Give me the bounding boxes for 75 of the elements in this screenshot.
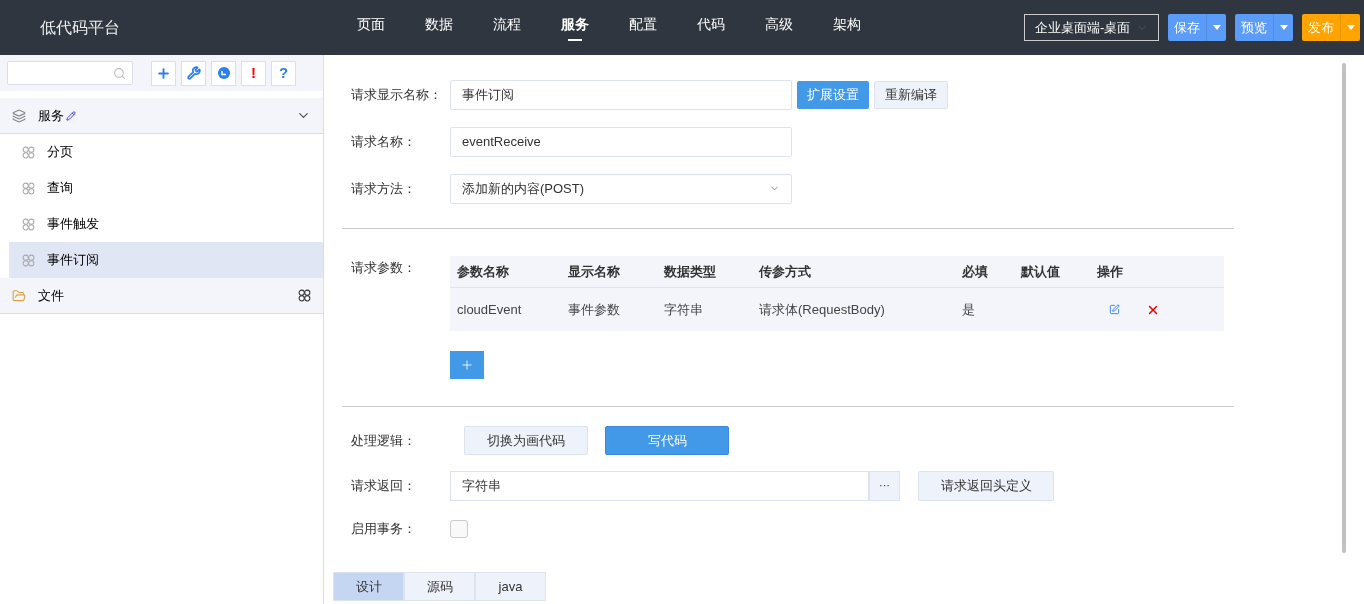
nav-tab[interactable]: 服务: [541, 0, 609, 55]
grid-circles-icon: [22, 217, 35, 231]
column-header: 操作: [1097, 262, 1124, 281]
circle-button[interactable]: [211, 60, 236, 86]
toolbar-button[interactable]: ?: [271, 60, 296, 86]
view-tab[interactable]: 设计: [333, 572, 404, 601]
clock-circle-icon: [217, 67, 230, 79]
table-cell-text: 事件参数: [568, 300, 621, 319]
view-tab[interactable]: java: [475, 572, 546, 601]
logic-option[interactable]: 切换为画代码: [464, 426, 588, 455]
tree-item[interactable]: 查询: [9, 170, 323, 206]
field-label: 处理逻辑：: [351, 431, 417, 450]
grid-circles-icon: [22, 145, 35, 159]
field-label: 请求方法：: [351, 179, 417, 198]
grid-circles-icon: [22, 253, 35, 267]
column-header: 必填: [962, 262, 989, 281]
table-cell-text: cloudEvent: [456, 300, 523, 319]
table-cell-text: 请求体(RequestBody): [759, 300, 886, 319]
tree-item[interactable]: 分页: [9, 134, 323, 170]
group-label: 服务: [38, 106, 64, 125]
nav-tab[interactable]: 代码: [677, 0, 745, 55]
field-label: 启用事务：: [351, 520, 417, 539]
caret-icon: [1346, 25, 1355, 30]
column-header: 显示名称: [568, 262, 621, 281]
column-header: 数据类型: [664, 262, 717, 281]
grid-circles-icon: [298, 289, 311, 302]
action-button[interactable]: 重新编译: [874, 80, 948, 109]
nav-tab[interactable]: 数据: [405, 0, 473, 55]
wrench-icon: [186, 66, 201, 80]
response-input[interactable]: 字符串: [450, 470, 869, 501]
scrollbar[interactable]: [1342, 63, 1346, 553]
method-select[interactable]: 添加新的内容(POST): [450, 173, 792, 204]
add-row-button[interactable]: [450, 351, 484, 379]
plus-icon: [156, 65, 171, 81]
grid-circles-icon: [22, 181, 35, 195]
column-header: 参数名称: [456, 262, 510, 281]
name-input[interactable]: eventReceive: [450, 126, 792, 157]
tree-item[interactable]: 事件触发: [9, 206, 323, 242]
nav-tab[interactable]: 配置: [609, 0, 677, 55]
search-icon: [113, 66, 126, 80]
environment-select[interactable]: 企业桌面端-桌面: [1024, 14, 1159, 41]
field-label: 请求返回：: [351, 476, 417, 495]
wrench-button[interactable]: [181, 60, 206, 86]
view-tab[interactable]: 源码: [404, 572, 475, 601]
search-field[interactable]: [7, 61, 133, 85]
display-name-input[interactable]: 事件订阅: [450, 79, 792, 110]
pencil-icon: [66, 110, 76, 121]
more-button[interactable]: ···: [869, 470, 900, 501]
tree-group[interactable]: 服务: [0, 98, 323, 134]
nav-tab[interactable]: 高级: [745, 0, 813, 55]
caret-icon: [1279, 25, 1288, 30]
transaction-checkbox[interactable]: [450, 520, 468, 538]
folder-icon: [12, 288, 26, 303]
layers-icon: [12, 108, 26, 123]
table-cell-text: 字符串: [664, 300, 704, 319]
table-cell-text: 是: [962, 300, 976, 319]
add-button[interactable]: [151, 60, 176, 86]
toolbar-button[interactable]: !: [241, 60, 266, 86]
edit-button[interactable]: [1109, 304, 1120, 315]
caret-icon: [1212, 25, 1221, 30]
plus-icon: [460, 358, 474, 372]
field-label: 请求名称：: [351, 132, 417, 151]
column-header: 传参方式: [759, 262, 812, 281]
field-label: 请求显示名称：: [351, 85, 443, 104]
nav-tab[interactable]: 架构: [813, 0, 881, 55]
nav-tab[interactable]: 页面: [337, 0, 405, 55]
column-header: 默认值: [1021, 262, 1061, 281]
tree-group[interactable]: 文件: [0, 278, 323, 314]
edit-icon: [1109, 304, 1120, 315]
group-label: 文件: [38, 286, 64, 305]
response-header-button[interactable]: 请求返回头定义: [918, 470, 1054, 501]
tree-item[interactable]: 事件订阅: [9, 242, 323, 278]
nav-tab[interactable]: 流程: [473, 0, 541, 55]
app-title: 低代码平台: [40, 17, 121, 38]
field-label: 请求参数：: [351, 259, 417, 277]
